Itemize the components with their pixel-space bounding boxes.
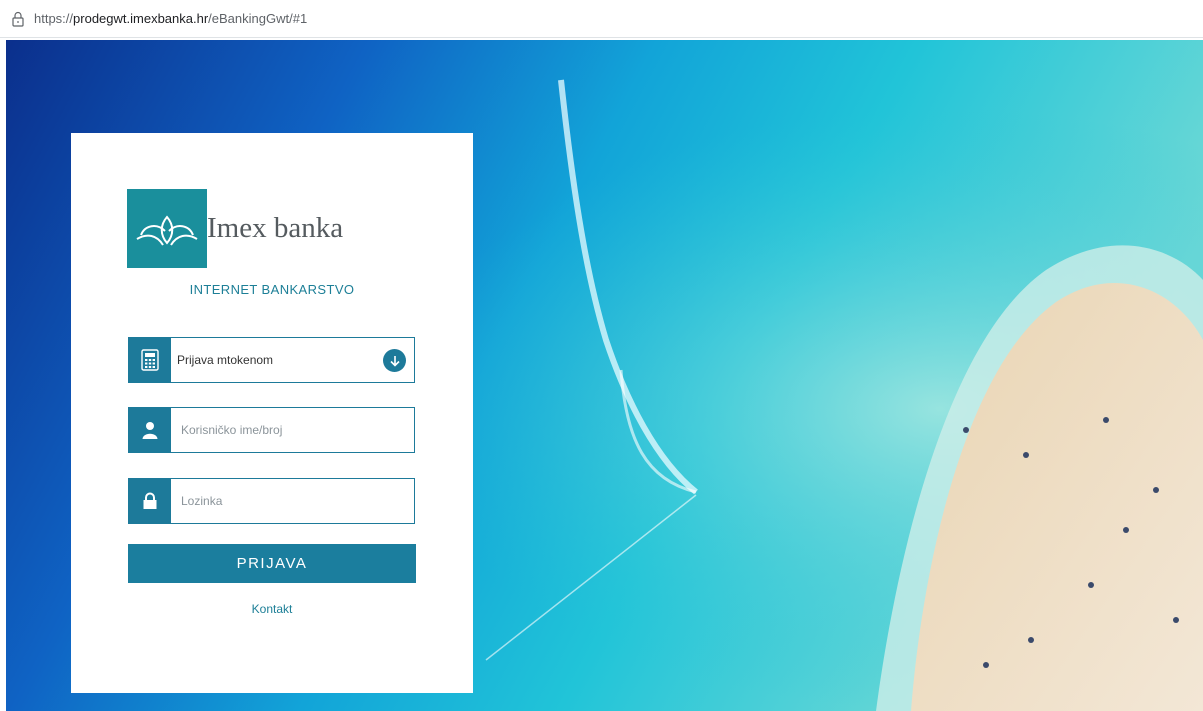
calculator-icon [129,338,171,382]
login-method-select[interactable]: Prijava mtokenom [128,337,415,383]
bank-name: Imex banka [207,212,344,244]
username-field [128,407,415,453]
username-input[interactable] [173,410,409,450]
password-field [128,478,415,524]
login-button[interactable]: PRIJAVA [128,544,416,583]
arrow-down-circle-icon[interactable] [383,349,406,372]
url-scheme: https:// [34,11,74,26]
url-text[interactable]: https://prodegwt.imexbanka.hr/eBankingGw… [34,11,307,26]
login-card: Imex banka INTERNET BANKARSTVO Prijava m… [71,133,473,693]
login-method-value: Prijava mtokenom [177,353,274,367]
lock-icon [129,479,171,523]
browser-address-bar[interactable]: https://prodegwt.imexbanka.hr/eBankingGw… [0,0,1203,38]
bank-logo-icon [127,189,207,268]
contact-link[interactable]: Kontakt [71,602,473,616]
user-icon [129,408,171,452]
url-path: /eBankingGwt/#1 [208,11,308,26]
password-input[interactable] [173,481,409,521]
lock-icon [12,11,24,27]
url-host: prodegwt.imexbanka.hr [73,11,209,26]
page-subtitle: INTERNET BANKARSTVO [189,282,355,297]
